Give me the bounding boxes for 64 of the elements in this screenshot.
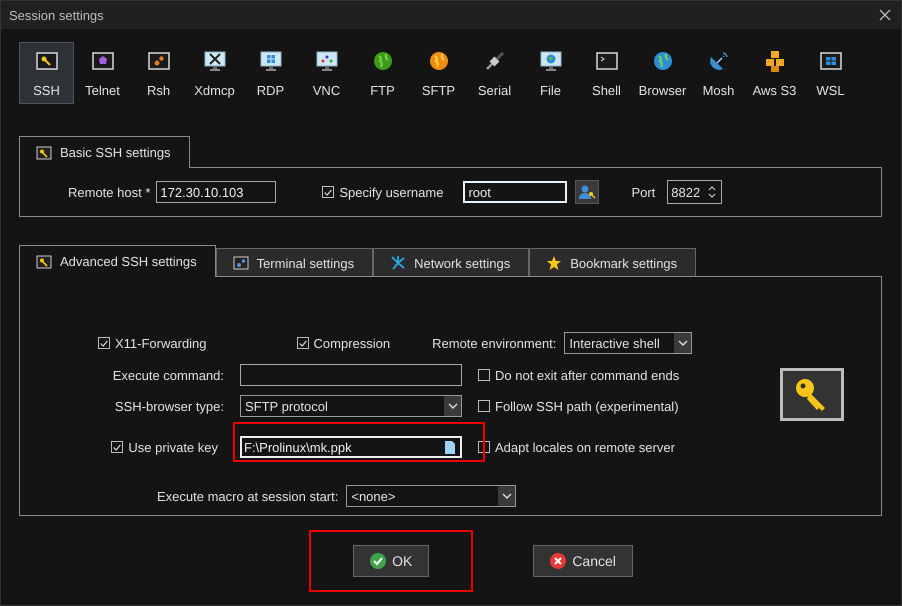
username-field[interactable]: root: [463, 181, 568, 203]
x11-forwarding-checkbox[interactable]: X11-Forwarding: [98, 336, 207, 350]
session-type-button[interactable]: Shell: [579, 42, 634, 104]
adapt-locales-checkbox[interactable]: Adapt locales on remote server: [478, 440, 692, 454]
checkmark-icon: [370, 553, 386, 569]
file-icon[interactable]: [445, 440, 455, 454]
remote-environment-label: Remote environment:: [432, 336, 556, 350]
execute-macro-label: Execute macro at session start:: [157, 488, 338, 504]
use-private-key-checkbox[interactable]: Use private key: [111, 440, 218, 454]
compression-checkbox[interactable]: Compression: [296, 336, 390, 350]
session-type-button[interactable]: RDP: [243, 42, 298, 104]
macro-dropdown[interactable]: <none>: [346, 485, 516, 507]
close-icon[interactable]: [879, 9, 891, 21]
globe-monitor-icon: [538, 48, 562, 72]
user-key-icon: [578, 183, 596, 201]
star-icon: [546, 255, 562, 271]
caret-icon: [448, 403, 458, 409]
ok-button[interactable]: OK: [353, 545, 430, 577]
execute-command-field[interactable]: [240, 364, 462, 386]
ssh-browser-type-dropdown[interactable]: SFTP protocol: [240, 395, 462, 417]
session-type-button[interactable]: Mosh: [691, 42, 746, 104]
ssh-browser-type-label: SSH-browser type:: [114, 398, 224, 414]
key-icon: [36, 144, 52, 160]
key-button[interactable]: [780, 368, 844, 421]
session-type-button[interactable]: Telnet: [75, 42, 130, 104]
caret-icon: [678, 340, 688, 346]
session-type-button[interactable]: Rsh: [131, 42, 186, 104]
private-key-field[interactable]: F:\Prolinux\mk.ppk: [240, 436, 462, 458]
session-type-button[interactable]: Xdmcp: [187, 42, 242, 104]
session-type-button[interactable]: Serial: [467, 42, 522, 104]
remote-environment-dropdown[interactable]: Interactive shell: [564, 332, 692, 354]
settings-tab[interactable]: Bookmark settings: [529, 248, 696, 277]
session-type-button[interactable]: VNC: [299, 42, 354, 104]
remote-host-label: Remote host *: [68, 184, 150, 200]
session-type-button[interactable]: File: [523, 42, 578, 104]
window-title: Session settings: [9, 8, 104, 22]
session-type-button[interactable]: SFTP: [411, 42, 466, 104]
vnc-monitor-icon: [314, 48, 338, 72]
port-label: Port: [631, 184, 656, 200]
session-type-button[interactable]: Browser: [635, 42, 690, 104]
user-key-button[interactable]: [575, 180, 600, 204]
settings-tab[interactable]: Network settings: [373, 248, 530, 277]
x-monitor-icon: [202, 48, 226, 72]
close-icon: [550, 553, 566, 569]
network-icon: [390, 255, 406, 271]
session-type-button[interactable]: SSH: [19, 42, 74, 104]
follow-ssh-path-checkbox[interactable]: Follow SSH path (experimental): [478, 398, 692, 414]
settings-tab[interactable]: Advanced SSH settings: [19, 245, 216, 277]
key-icon: [36, 254, 52, 270]
port-spinner[interactable]: 8822: [667, 180, 722, 204]
spin-arrows-icon[interactable]: [708, 184, 716, 200]
remote-host-field[interactable]: 172.30.10.103: [156, 181, 276, 203]
terminal-icon: [232, 255, 249, 271]
cancel-button[interactable]: Cancel: [533, 545, 633, 577]
session-type-button[interactable]: FTP: [355, 42, 410, 104]
specify-username-checkbox[interactable]: Specify username: [322, 184, 444, 200]
windows-monitor-icon: [258, 48, 282, 72]
execute-command-label: Execute command:: [112, 368, 224, 382]
do-not-exit-checkbox[interactable]: Do not exit after command ends: [478, 368, 692, 382]
settings-tab[interactable]: Terminal settings: [216, 248, 374, 277]
caret-icon: [502, 493, 512, 499]
basic-settings-tab[interactable]: Basic SSH settings: [19, 136, 190, 168]
session-type-button[interactable]: Aws S3: [747, 42, 802, 104]
session-type-button[interactable]: WSL: [803, 42, 858, 104]
